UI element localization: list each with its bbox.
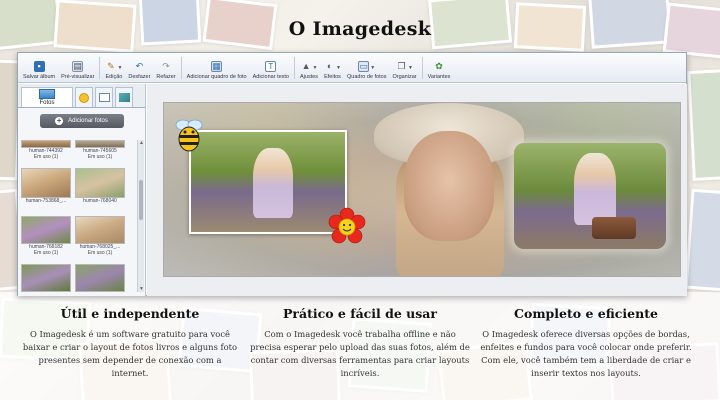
album-page-canvas[interactable] — [163, 102, 681, 277]
tab-frames[interactable] — [95, 87, 113, 107]
preview-button[interactable]: ▤ Pré-visualizar — [58, 54, 97, 80]
chevron-down-icon: ▼ — [117, 64, 123, 71]
add-text-icon: T — [265, 61, 277, 72]
save-icon: ▪ — [33, 61, 45, 72]
background-icon — [118, 93, 130, 102]
preview-icon: ▤ — [72, 61, 84, 72]
scroll-down-icon[interactable]: ▼ — [138, 286, 145, 292]
adjust-icon: ▲ — [301, 61, 311, 71]
redo-icon: ↷ — [162, 61, 170, 71]
arrange-button[interactable]: ❐ ▼ Organizar — [389, 54, 419, 80]
chevron-down-icon: ▼ — [408, 64, 413, 71]
arrange-icon: ❐ — [397, 61, 406, 71]
tab-stickers[interactable] — [75, 87, 93, 107]
photo-thumbnail[interactable] — [21, 264, 71, 292]
edit-button[interactable]: ✎ ▼ Edição — [102, 54, 125, 80]
save-album-button[interactable]: ▪ Salvar álbum — [20, 54, 58, 80]
photo-icon — [39, 89, 55, 99]
variants-icon: ✿ — [435, 61, 443, 71]
sidebar: Fotos + Adicionar fotos human-744392 Em … — [18, 84, 146, 296]
feature-column: Prático e fácil de usar Com o Imagedesk … — [250, 306, 470, 380]
photo-frame-left[interactable] — [189, 130, 347, 234]
page-title: O Imagedesk — [288, 18, 432, 40]
sticker-icon — [79, 92, 89, 103]
feature-column: Útil e independente O Imagedesk é um sof… — [20, 306, 240, 380]
photo-thumbnail[interactable]: human-768025_... Em uso (1) — [75, 216, 125, 256]
variants-button[interactable]: ✿ Variantes — [425, 54, 454, 80]
flower-sticker-icon[interactable] — [327, 207, 367, 247]
toolbar: ▪ Salvar álbum ▤ Pré-visualizar ✎ ▼ Ediçã… — [18, 53, 686, 83]
adjustments-button[interactable]: ▲ ▼ Ajustes — [297, 54, 321, 80]
feature-title: Prático e fácil de usar — [282, 306, 437, 321]
feature-text: Com o Imagedesk você trabalha offline e … — [250, 329, 470, 378]
add-text-button[interactable]: T Adicionar texto — [250, 54, 292, 80]
photo-thumbnail[interactable] — [75, 264, 125, 292]
add-frame-icon: ▦ — [211, 61, 223, 72]
photo-thumbnail[interactable]: human-744392 Em uso (1) — [21, 140, 71, 160]
feature-column: Completo e eficiente O Imagedesk oferece… — [476, 306, 696, 380]
scroll-up-icon[interactable]: ▲ — [138, 140, 145, 146]
frame-icon — [98, 93, 110, 102]
sidebar-scrollbar[interactable]: ▲ ▼ — [137, 140, 144, 292]
tab-backgrounds[interactable] — [115, 87, 133, 107]
background-photo — [404, 131, 494, 241]
photo-thumbnail[interactable]: human-753868_... — [21, 168, 71, 204]
photo-thumbnail[interactable]: human-768182 Em uso (1) — [21, 216, 71, 256]
photo-frame-icon: ▭ — [358, 61, 370, 72]
feature-text: O Imagedesk é um software gratuito para … — [22, 329, 238, 378]
chevron-down-icon: ▼ — [312, 64, 318, 71]
chevron-down-icon: ▼ — [370, 64, 376, 71]
feature-title: Completo e eficiente — [514, 306, 658, 321]
redo-button[interactable]: ↷ Refazer — [153, 54, 178, 80]
photo-frame-right[interactable] — [514, 143, 666, 249]
effects-button[interactable]: ◐ ▼ Efeitos — [321, 54, 344, 80]
pencil-icon: ✎ — [107, 61, 115, 71]
tab-photos[interactable]: Fotos — [21, 87, 73, 107]
feature-text: O Imagedesk oferece diversas opções de b… — [480, 329, 692, 378]
photo-thumbnail[interactable]: human-745605 Em uso (1) — [75, 140, 125, 160]
undo-button[interactable]: ↶ Desfazer — [125, 54, 153, 80]
add-photos-button[interactable]: + Adicionar fotos — [39, 114, 124, 128]
bee-sticker-icon[interactable] — [172, 115, 206, 155]
photo-frame-button[interactable]: ▭ ▼ Quadro de fotos — [344, 54, 389, 80]
sidebar-tabs: Fotos — [18, 84, 145, 108]
app-window: ▪ Salvar álbum ▤ Pré-visualizar ✎ ▼ Ediçã… — [17, 52, 687, 296]
chevron-down-icon: ▼ — [336, 64, 341, 71]
photo-thumbnail[interactable]: human-768040 — [75, 168, 125, 204]
plus-icon: + — [55, 116, 64, 125]
effects-icon: ◐ — [326, 61, 333, 71]
scrollbar-thumb[interactable] — [139, 180, 143, 220]
feature-title: Útil e independente — [60, 306, 200, 321]
add-photo-frame-button[interactable]: ▦ Adicionar quadro de foto — [184, 54, 250, 80]
photo-thumbnail-list: human-744392 Em uso (1) human-745605 Em … — [21, 140, 133, 292]
layout-workspace[interactable] — [147, 84, 687, 296]
undo-icon: ↶ — [135, 61, 144, 71]
